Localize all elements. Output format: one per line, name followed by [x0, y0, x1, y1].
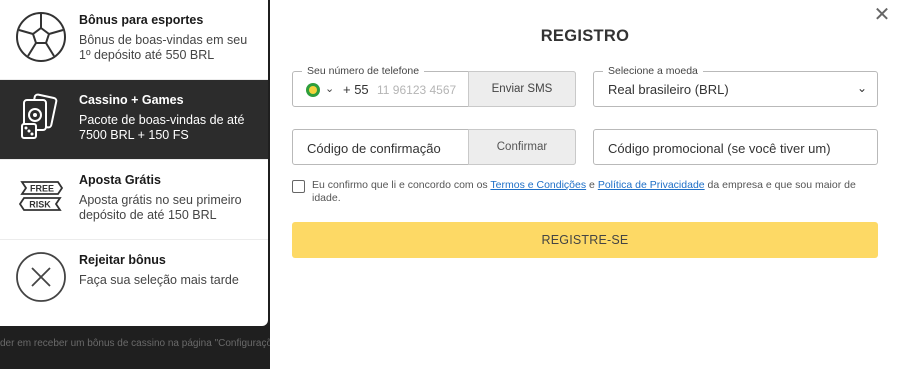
- free-risk-ticket-icon: FREE RISK: [14, 170, 68, 224]
- confirmation-code-field: Confirmar: [292, 129, 576, 165]
- terms-and: e: [589, 179, 595, 191]
- terms-link[interactable]: Termos e Condições: [490, 179, 586, 191]
- close-icon[interactable]: ✕: [872, 4, 892, 24]
- bonus-description: Bônus de boas-vindas em seu 1º depósito …: [79, 33, 248, 62]
- ticket-free-label: FREE: [30, 184, 54, 194]
- soccer-ball-icon: [14, 10, 68, 64]
- bonus-title: Bônus para esportes: [79, 13, 204, 27]
- bonus-option-casino[interactable]: Cassino + Games Pacote de boas-vindas de…: [0, 80, 268, 160]
- background-hint-text: der em receber um bônus de cassino na pá…: [0, 338, 275, 349]
- ticket-risk-label: RISK: [29, 200, 51, 210]
- confirm-code-button[interactable]: Confirmar: [468, 129, 576, 165]
- phone-field: Seu número de telefone ⌄ + 55 Enviar SMS: [292, 64, 576, 107]
- register-button[interactable]: REGISTRE-SE: [292, 222, 878, 258]
- casino-cards-dice-icon: [14, 90, 68, 144]
- chevron-down-icon[interactable]: ⌄: [325, 82, 334, 95]
- bonus-title: Cassino + Games: [79, 93, 184, 107]
- currency-selected-value: Real brasileiro (BRL): [608, 82, 729, 97]
- terms-prefix: Eu confirmo que li e concordo com os: [312, 179, 488, 191]
- phone-input[interactable]: [377, 80, 465, 100]
- country-code-prefix: + 55: [343, 82, 369, 97]
- terms-checkbox[interactable]: [292, 180, 305, 193]
- bonus-title: Aposta Grátis: [79, 173, 161, 187]
- send-sms-button[interactable]: Enviar SMS: [468, 71, 576, 107]
- confirmation-code-input[interactable]: [307, 139, 457, 157]
- bonus-title: Rejeitar bônus: [79, 253, 166, 267]
- modal-title: REGISTRO: [540, 27, 630, 45]
- terms-text: Eu confirmo que li e concordo com os Ter…: [312, 179, 878, 204]
- registration-modal: ✕ REGISTRO Seu número de telefone ⌄ + 55…: [270, 0, 900, 369]
- brazil-flag-icon[interactable]: [306, 83, 320, 97]
- currency-select[interactable]: Selecione a moeda Real brasileiro (BRL) …: [593, 64, 878, 107]
- promo-code-input[interactable]: [608, 139, 868, 157]
- bonus-option-free-bet[interactable]: FREE RISK Aposta Grátis Aposta grátis no…: [0, 160, 268, 240]
- bonus-description: Aposta grátis no seu primeiro depósito d…: [79, 193, 242, 222]
- bonus-option-sports[interactable]: Bônus para esportes Bônus de boas-vindas…: [0, 0, 268, 80]
- currency-field-label: Selecione a moeda: [603, 64, 703, 78]
- chevron-down-icon: ⌄: [856, 81, 867, 95]
- terms-agreement: Eu confirmo que li e concordo com os Ter…: [292, 179, 878, 204]
- bonus-option-reject[interactable]: Rejeitar bônus Faça sua seleção mais tar…: [0, 240, 268, 325]
- bonus-description: Faça sua seleção mais tarde: [79, 273, 239, 287]
- phone-field-label: Seu número de telefone: [302, 64, 425, 78]
- bonus-selection-panel: Bônus para esportes Bônus de boas-vindas…: [0, 0, 268, 326]
- reject-x-circle-icon: [14, 250, 68, 304]
- bonus-description: Pacote de boas-vindas de até 7500 BRL + …: [79, 113, 245, 142]
- promo-code-field: [593, 129, 878, 165]
- privacy-link[interactable]: Política de Privacidade: [598, 179, 705, 191]
